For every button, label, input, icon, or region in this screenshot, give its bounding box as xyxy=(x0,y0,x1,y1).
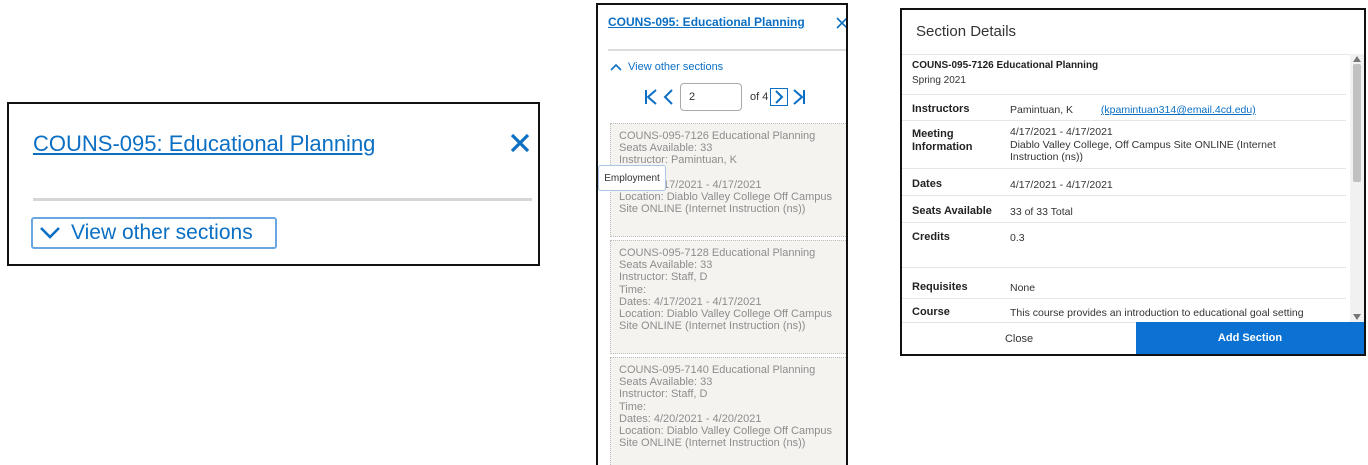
page-number-input[interactable]: 2 xyxy=(680,83,742,111)
section-instructor: Instructor: Staff, D xyxy=(619,271,708,284)
divider xyxy=(902,267,1346,268)
instructors-label: Instructors xyxy=(912,103,970,115)
section-location-cont: Site ONLINE (Internet Instruction (ns)) xyxy=(619,320,806,333)
section-seats: Seats Available: 33 xyxy=(619,259,713,272)
meeting-location: Diablo Valley College, Off Campus Site O… xyxy=(1010,138,1276,164)
section-details-modal: Section Details COUNS-095-7126 Education… xyxy=(900,8,1366,356)
divider xyxy=(902,120,1346,121)
close-icon[interactable] xyxy=(509,132,531,154)
divider xyxy=(902,168,1346,169)
credits-label: Credits xyxy=(912,231,950,243)
section-time: Time: xyxy=(619,283,647,296)
meeting-dates: 4/17/2021 - 4/17/2021 xyxy=(1010,126,1113,138)
section-seats: Seats Available: 33 xyxy=(619,142,713,155)
seats-label: Seats Available xyxy=(912,205,992,217)
modal-footer: Close Add Section xyxy=(902,322,1364,354)
view-other-sections-toggle[interactable]: View other sections xyxy=(610,61,723,73)
credits-value: 0.3 xyxy=(1010,232,1025,244)
meeting-label-line: Information xyxy=(912,141,973,153)
section-title: COUNS-095-7126 Educational Planning xyxy=(619,130,816,142)
section-location: Location: Diablo Valley College Off Camp… xyxy=(619,425,832,438)
last-page-icon[interactable] xyxy=(792,88,806,106)
scrollbar-thumb[interactable] xyxy=(1353,64,1361,182)
chevron-up-icon xyxy=(610,63,622,71)
course-name: COUNS-095-7126 Educational Planning xyxy=(912,60,1099,71)
divider xyxy=(902,222,1346,223)
chevron-down-icon xyxy=(40,227,60,239)
zoomed-section-header: COUNS-095: Educational Planning View oth… xyxy=(7,102,540,266)
section-location: Location: Diablo Valley College Off Camp… xyxy=(619,191,832,204)
section-card[interactable]: COUNS-095-7128 Educational Planning Seat… xyxy=(610,240,846,354)
page-count-label: of 4 xyxy=(750,91,769,103)
view-other-sections-toggle[interactable]: View other sections xyxy=(31,217,277,249)
dates-value: 4/17/2021 - 4/17/2021 xyxy=(1010,179,1113,191)
meeting-label-line: Meeting xyxy=(912,128,954,140)
next-page-button[interactable] xyxy=(770,88,789,106)
instructor-email-link[interactable]: (kpamintuan314@email.4cd.edu) xyxy=(1101,104,1256,116)
divider xyxy=(608,49,846,51)
close-button[interactable]: Close xyxy=(902,322,1136,354)
section-instructor: Instructor: Staff, D xyxy=(619,388,708,401)
scroll-down-icon[interactable] xyxy=(1353,314,1361,320)
seats-value: 33 of 33 Total xyxy=(1010,206,1073,218)
divider xyxy=(902,94,1346,95)
section-time: Time: xyxy=(619,400,647,413)
section-seats: Seats Available: 33 xyxy=(619,376,713,389)
first-page-icon[interactable] xyxy=(644,88,658,106)
section-pager: 2 of 4 xyxy=(644,83,806,111)
toggle-label: View other sections xyxy=(628,61,724,73)
instructor-name: Pamintuan, K xyxy=(1010,104,1074,116)
divider xyxy=(33,198,532,201)
meeting-label: Meeting Information xyxy=(912,128,973,154)
section-title: COUNS-095-7140 Educational Planning xyxy=(619,364,816,376)
scroll-up-icon[interactable] xyxy=(1353,56,1361,62)
toggle-label: View other sections xyxy=(71,221,253,244)
dates-label: Dates xyxy=(912,178,942,190)
add-section-button[interactable]: Add Section xyxy=(1136,322,1364,354)
employment-tooltip: Employment xyxy=(598,165,666,191)
close-icon[interactable] xyxy=(836,17,848,29)
divider xyxy=(902,54,1364,55)
section-card[interactable]: COUNS-095-7140 Educational Planning Seat… xyxy=(610,357,846,465)
course-description-label: Course xyxy=(912,306,950,318)
next-page-icon xyxy=(775,90,784,104)
divider xyxy=(902,195,1346,196)
section-location: Location: Diablo Valley College Off Camp… xyxy=(619,308,832,321)
previous-page-icon[interactable] xyxy=(662,88,674,106)
term: Spring 2021 xyxy=(912,75,966,86)
section-title: COUNS-095-7128 Educational Planning xyxy=(619,247,816,259)
section-dates: Dates: 4/20/2021 - 4/20/2021 xyxy=(619,412,762,425)
requisites-label: Requisites xyxy=(912,281,968,293)
course-title-link[interactable]: COUNS-095: Educational Planning xyxy=(608,15,805,29)
course-description-value: This course provides an introduction to … xyxy=(1010,307,1304,319)
instructors-value: Pamintuan, K (kpamintuan314@email.4cd.ed… xyxy=(1010,104,1340,117)
meeting-value: 4/17/2021 - 4/17/2021 Diablo Valley Coll… xyxy=(1010,126,1310,164)
section-location-cont: Site ONLINE (Internet Instruction (ns)) xyxy=(619,437,806,450)
section-location-cont: Site ONLINE (Internet Instruction (ns)) xyxy=(619,203,806,216)
course-title-link[interactable]: COUNS-095: Educational Planning xyxy=(33,131,375,157)
section-list-panel: COUNS-095: Educational Planning View oth… xyxy=(596,3,848,465)
requisites-value: None xyxy=(1010,282,1036,294)
section-dates: Dates: 4/17/2021 - 4/17/2021 xyxy=(619,295,762,308)
divider xyxy=(902,298,1346,299)
modal-title: Section Details xyxy=(916,23,1017,40)
